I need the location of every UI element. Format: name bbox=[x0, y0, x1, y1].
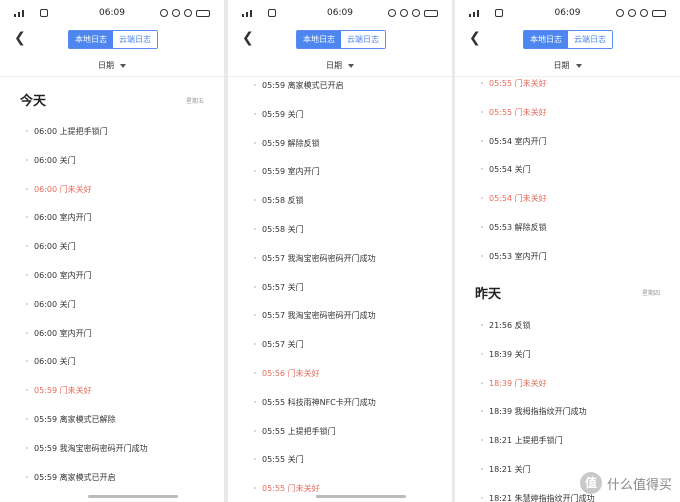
log-entry: 05:54 门未关好 bbox=[481, 194, 547, 204]
date-filter-label: 日期 bbox=[553, 61, 570, 70]
log-entry: 05:55 上提把手锁门 bbox=[254, 426, 336, 436]
phone-screen-3: 06:09 ❮ 本地日志 云端日志 日期 05:55 门未关好 05:55 门未关… bbox=[455, 0, 680, 502]
section-title-yesterday: 昨天 bbox=[475, 287, 502, 302]
log-entry: 05:59 离家模式已解除 bbox=[26, 415, 116, 424]
log-tab-switch: 本地日志 云端日志 bbox=[523, 30, 613, 49]
log-entry: 05:54 室内开门 bbox=[481, 136, 547, 146]
log-entry: 05:55 门未关好 bbox=[481, 79, 547, 88]
log-entry: 06:00 关门 bbox=[26, 155, 76, 165]
date-filter[interactable]: 日期 bbox=[0, 60, 224, 71]
battery-icon bbox=[196, 9, 210, 17]
log-entry: 05:59 我淘宝密码密码开门成功 bbox=[26, 443, 148, 453]
status-bar: 06:09 bbox=[455, 0, 680, 30]
log-entry: 18:39 关门 bbox=[481, 349, 531, 359]
log-entry: 06:00 室内开门 bbox=[26, 271, 92, 280]
log-entry: 05:54 关门 bbox=[481, 165, 531, 175]
tab-cloud-log[interactable]: 云端日志 bbox=[341, 31, 385, 48]
log-entry: 18:21 关门 bbox=[481, 465, 531, 474]
log-entry: 06:00 室内开门 bbox=[26, 328, 92, 338]
log-entry: 05:56 门未关好 bbox=[254, 369, 320, 378]
date-filter[interactable]: 日期 bbox=[228, 60, 452, 71]
log-entry: 05:57 关门 bbox=[254, 340, 304, 350]
system-icons bbox=[160, 9, 210, 17]
battery-icon bbox=[424, 9, 438, 17]
chevron-down-icon bbox=[575, 63, 582, 68]
watermark-text: 什么值得买 bbox=[606, 477, 672, 493]
log-entry: 05:57 我淘宝密码密码开门成功 bbox=[254, 311, 376, 321]
divider bbox=[455, 76, 680, 77]
log-entry: 06:00 关门 bbox=[26, 299, 76, 309]
log-entry: 05:55 关门 bbox=[254, 455, 304, 465]
log-entry: 05:59 解除反锁 bbox=[254, 138, 320, 148]
log-entry: 18:21 朱慧婷指指纹开门成功 bbox=[481, 493, 595, 502]
log-entry: 06:00 关门 bbox=[26, 357, 76, 367]
log-entry: 05:59 离家模式已开启 bbox=[254, 81, 344, 90]
system-icons bbox=[616, 9, 666, 17]
status-bar: 06:09 bbox=[0, 0, 224, 30]
log-entry: 05:55 门未关好 bbox=[481, 107, 547, 117]
section-weekday: 星期五 bbox=[185, 98, 204, 105]
log-entry: 06:00 上提把手锁门 bbox=[26, 127, 108, 136]
tab-local-log[interactable]: 本地日志 bbox=[69, 31, 113, 48]
log-entry: 05:58 反锁 bbox=[254, 196, 304, 206]
log-entry: 18:39 门未关好 bbox=[481, 378, 547, 388]
status-bar: 06:09 bbox=[228, 0, 452, 30]
log-entry: 05:57 我淘宝密码密码开门成功 bbox=[254, 253, 376, 263]
log-entry: 06:00 室内开门 bbox=[26, 213, 92, 223]
home-indicator bbox=[88, 495, 178, 498]
page-header: ❮ 本地日志 云端日志 bbox=[0, 28, 224, 52]
date-filter-label: 日期 bbox=[326, 61, 342, 70]
wifi-icon bbox=[640, 9, 648, 17]
chevron-down-icon bbox=[120, 63, 126, 68]
alarm-icon bbox=[628, 9, 636, 17]
log-entry: 05:55 科技雨神NFC卡开门成功 bbox=[254, 397, 376, 407]
page-header: ❮ 本地日志 云端日志 bbox=[455, 28, 680, 52]
tab-cloud-log[interactable]: 云端日志 bbox=[113, 31, 157, 48]
log-tab-switch: 本地日志 云端日志 bbox=[68, 30, 158, 49]
log-entry: 06:00 门未关好 bbox=[26, 184, 92, 194]
divider bbox=[228, 76, 452, 77]
wifi-icon bbox=[412, 9, 420, 17]
phone-screen-2: 06:09 ❮ 本地日志 云端日志 日期 05:59 离家模式已开启 05:59 … bbox=[228, 0, 452, 502]
date-filter[interactable]: 日期 bbox=[455, 60, 680, 71]
tab-local-log[interactable]: 本地日志 bbox=[524, 31, 568, 48]
date-filter-label: 日期 bbox=[98, 61, 114, 70]
tab-local-log[interactable]: 本地日志 bbox=[297, 31, 341, 48]
log-entry: 05:59 关门 bbox=[254, 109, 304, 119]
log-entry: 05:57 关门 bbox=[254, 282, 304, 292]
log-tab-switch: 本地日志 云端日志 bbox=[296, 30, 386, 49]
section-title-today: 今天 bbox=[20, 94, 47, 109]
log-entry: 05:59 室内开门 bbox=[254, 167, 320, 177]
section-weekday: 星期四 bbox=[641, 290, 660, 297]
log-entry: 05:59 离家模式已开启 bbox=[26, 472, 116, 482]
back-icon[interactable]: ❮ bbox=[469, 30, 481, 46]
watermark: 值 什么值得买 bbox=[579, 472, 672, 494]
home-indicator bbox=[316, 495, 406, 498]
log-entry: 05:55 门未关好 bbox=[254, 484, 320, 494]
log-entry: 18:21 上提把手锁门 bbox=[481, 436, 563, 446]
battery-icon bbox=[652, 9, 666, 17]
log-entry: 18:39 我拇指指纹开门成功 bbox=[481, 407, 587, 417]
back-icon[interactable]: ❮ bbox=[242, 30, 254, 46]
system-icons bbox=[388, 9, 438, 17]
log-entry: 05:53 室内开门 bbox=[481, 251, 547, 261]
alarm-icon bbox=[400, 9, 408, 17]
watermark-logo: 值 bbox=[579, 472, 602, 494]
back-icon[interactable]: ❮ bbox=[14, 30, 26, 46]
chevron-down-icon bbox=[348, 63, 354, 68]
bluetooth-icon bbox=[160, 9, 168, 17]
page-header: ❮ 本地日志 云端日志 bbox=[228, 28, 452, 52]
bluetooth-icon bbox=[388, 9, 396, 17]
log-entry: 05:59 门未关好 bbox=[26, 386, 92, 396]
tab-cloud-log[interactable]: 云端日志 bbox=[568, 31, 612, 48]
log-entry: 05:53 解除反锁 bbox=[481, 223, 547, 232]
log-entry: 06:00 关门 bbox=[26, 242, 76, 252]
wifi-icon bbox=[184, 9, 192, 17]
log-entry: 05:58 关门 bbox=[254, 225, 304, 234]
divider bbox=[0, 76, 224, 77]
log-entry: 21:56 反锁 bbox=[481, 321, 531, 330]
bluetooth-icon bbox=[616, 9, 624, 17]
alarm-icon bbox=[172, 9, 180, 17]
phone-screen-1: 06:09 ❮ 本地日志 云端日志 日期 今天 星期五 06:00 上提把手锁门… bbox=[0, 0, 224, 502]
